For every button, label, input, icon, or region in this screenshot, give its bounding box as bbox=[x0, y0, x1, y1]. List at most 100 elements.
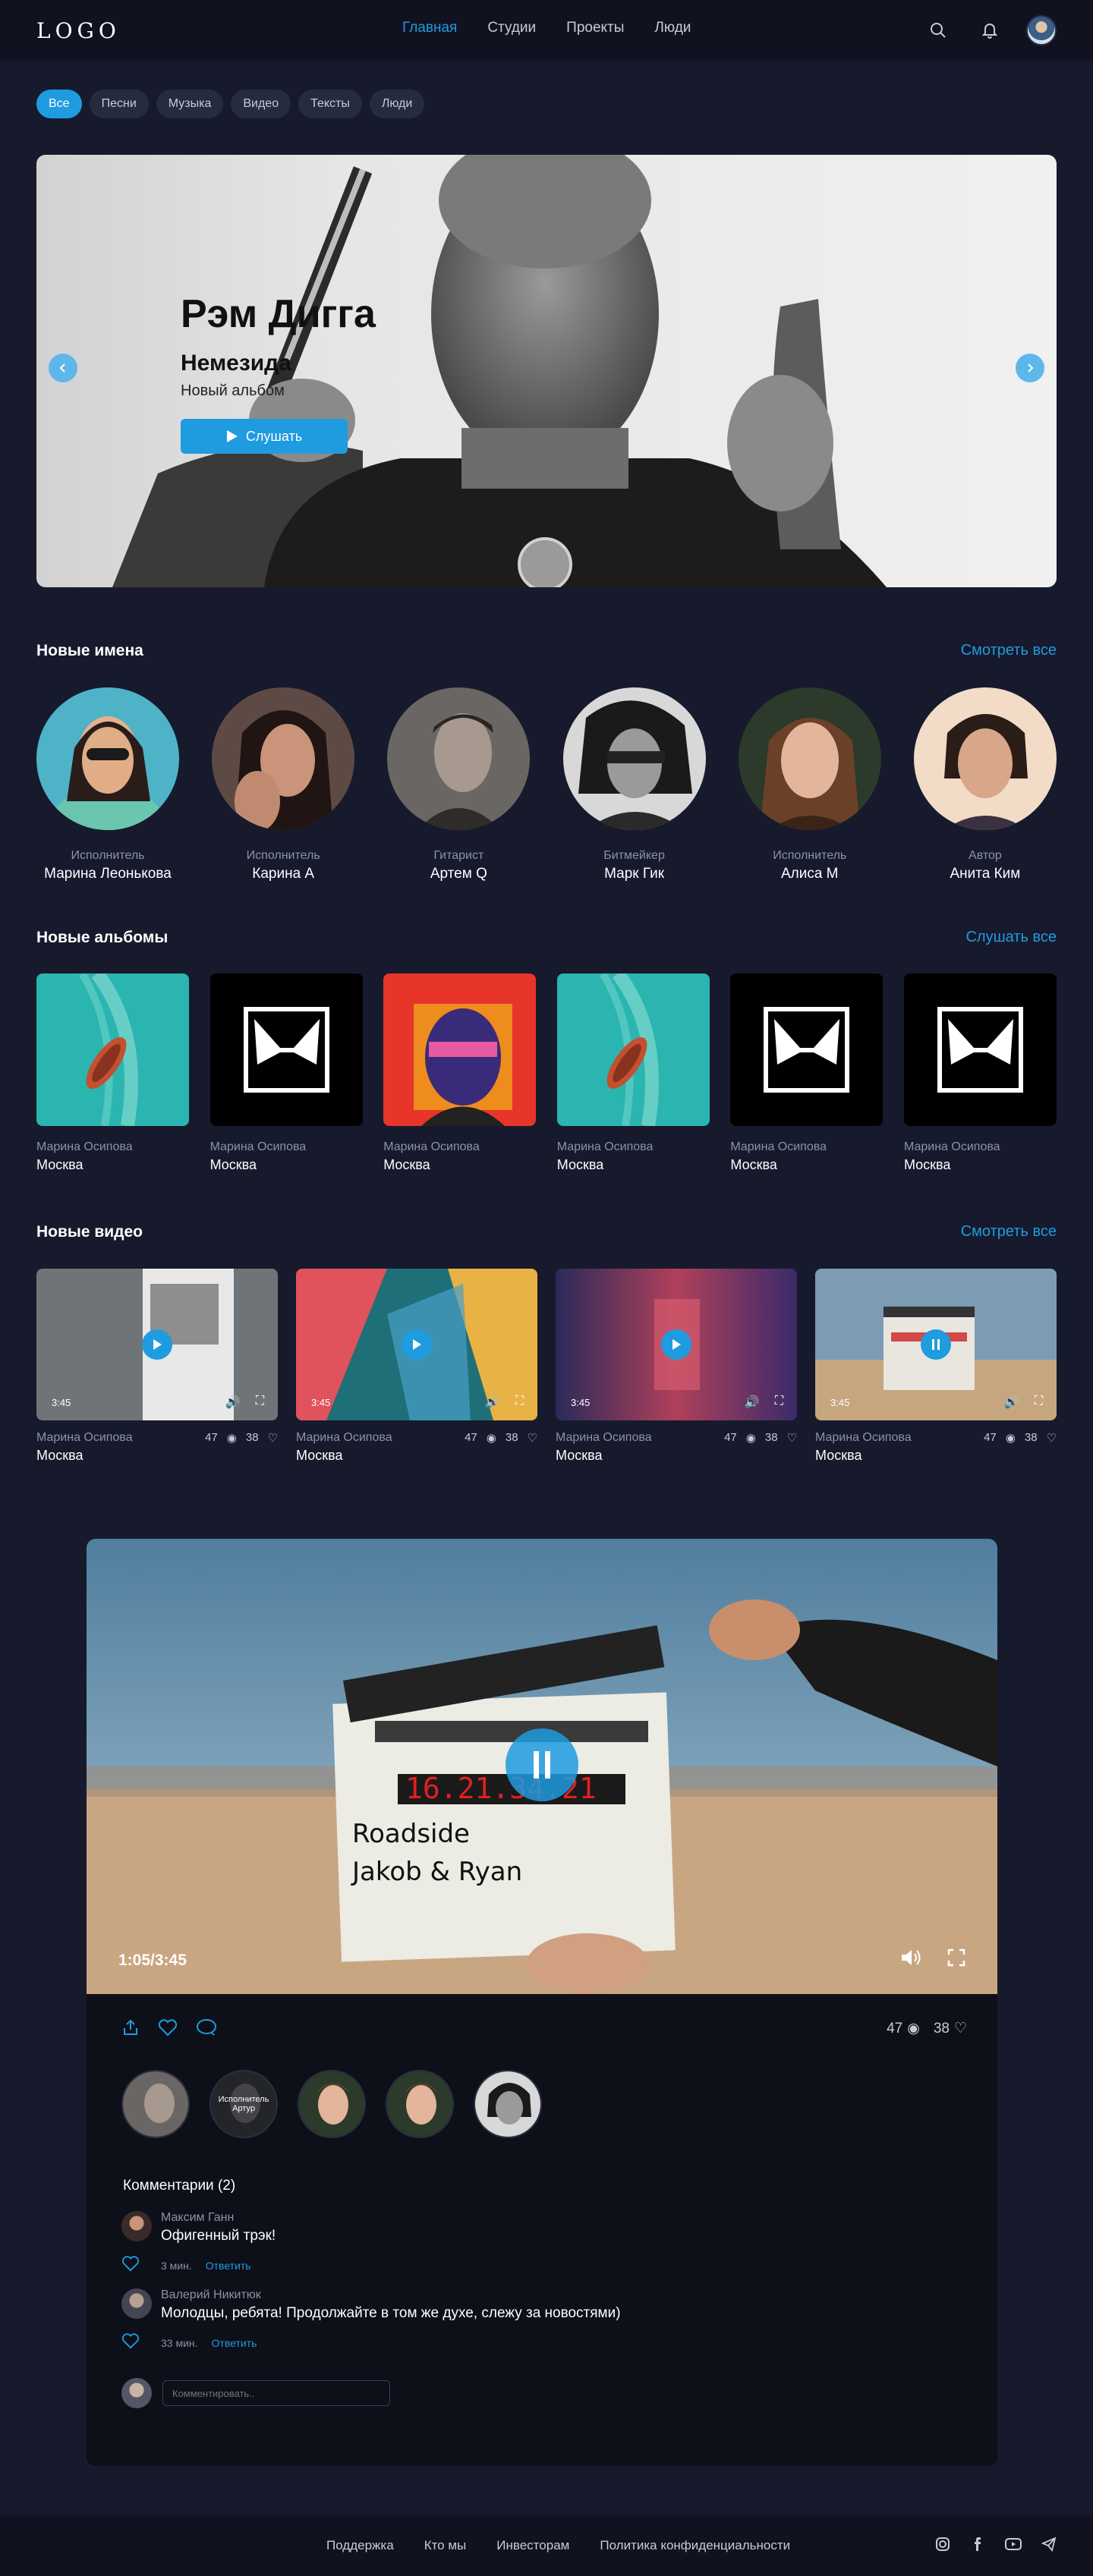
comment-avatar[interactable] bbox=[121, 2211, 152, 2241]
footer-link-privacy[interactable]: Политика конфиденциальности bbox=[600, 2538, 790, 2553]
video-thumbnail[interactable]: 3:45 🔊 ⛶ bbox=[296, 1269, 537, 1420]
pause-button[interactable] bbox=[921, 1329, 951, 1360]
person-card[interactable]: Гитарист Артем Q bbox=[387, 687, 531, 882]
search-icon[interactable] bbox=[923, 15, 953, 46]
nav-projects[interactable]: Проекты bbox=[566, 20, 624, 36]
comment-author[interactable]: Валерий Никитюк bbox=[161, 2288, 261, 2302]
fullscreen-icon[interactable] bbox=[947, 1949, 965, 1971]
chip-songs[interactable]: Песни bbox=[89, 90, 149, 118]
album-cover bbox=[730, 973, 884, 1126]
video-card[interactable]: 3:45 🔊 ⛶ Марина Осипова 47 ◉ 38 ♡ Москва bbox=[296, 1269, 537, 1464]
heart-icon[interactable]: ♡ bbox=[954, 2020, 967, 2037]
logo[interactable]: LOGO bbox=[36, 18, 121, 43]
heart-icon[interactable] bbox=[158, 2018, 178, 2040]
video-card[interactable]: 3:45 🔊 ⛶ Марина Осипова 47 ◉ 38 ♡ Москва bbox=[556, 1269, 797, 1464]
chip-all[interactable]: Все bbox=[36, 90, 82, 118]
chip-people[interactable]: Люди bbox=[369, 90, 425, 118]
video-thumbnail[interactable]: 3:45 🔊 ⛶ bbox=[556, 1269, 797, 1420]
instagram-icon[interactable] bbox=[935, 2537, 950, 2556]
person-card[interactable]: Исполнитель Марина Леонькова bbox=[36, 687, 179, 882]
participant-avatar[interactable]: Исполнитель Артур bbox=[209, 2070, 278, 2138]
chevron-left-icon bbox=[59, 363, 65, 373]
comment-icon[interactable] bbox=[196, 2018, 217, 2040]
pause-button[interactable] bbox=[506, 1728, 578, 1801]
album-card[interactable]: Марина Осипова Москва bbox=[556, 969, 710, 1173]
facebook-icon[interactable] bbox=[970, 2537, 985, 2556]
chip-music[interactable]: Музыка bbox=[156, 90, 224, 118]
youtube-icon[interactable] bbox=[1005, 2537, 1022, 2556]
telegram-icon[interactable] bbox=[1041, 2537, 1057, 2556]
person-card[interactable]: Битмейкер Марк Гик bbox=[562, 687, 706, 882]
album-city: Москва bbox=[383, 1157, 430, 1172]
footer-link-investors[interactable]: Инвесторам bbox=[496, 2538, 569, 2553]
fullscreen-icon[interactable]: ⛶ bbox=[775, 1395, 783, 1410]
listen-button[interactable]: Слушать bbox=[181, 419, 348, 454]
reply-link[interactable]: Ответить bbox=[206, 2260, 251, 2272]
footer-link-about[interactable]: Кто мы bbox=[424, 2538, 467, 2553]
video-card[interactable]: 3:45 🔊 ⛶ Марина Осипова 47 ◉ 38 ♡ Москва bbox=[815, 1269, 1057, 1464]
person-card[interactable]: Исполнитель Карина А bbox=[212, 687, 355, 882]
participant-avatar[interactable] bbox=[121, 2070, 190, 2138]
video-city: Москва bbox=[296, 1448, 343, 1463]
volume-icon[interactable] bbox=[900, 1949, 921, 1971]
video-thumbnail[interactable]: 3:45 🔊 ⛶ bbox=[36, 1269, 278, 1420]
album-card[interactable]: Марина Осипова Москва bbox=[730, 973, 884, 1173]
chip-video[interactable]: Видео bbox=[231, 90, 291, 118]
play-button[interactable] bbox=[661, 1329, 691, 1360]
hero-album-title: Немезида bbox=[181, 351, 291, 376]
reply-link[interactable]: Ответить bbox=[212, 2337, 257, 2349]
volume-icon[interactable]: 🔊 bbox=[1004, 1395, 1019, 1410]
fullscreen-icon[interactable]: ⛶ bbox=[1035, 1395, 1043, 1410]
video-participants: Исполнитель Артур bbox=[121, 2070, 542, 2138]
comment-input[interactable] bbox=[162, 2380, 390, 2406]
play-button[interactable] bbox=[402, 1329, 432, 1360]
fullscreen-icon[interactable]: ⛶ bbox=[515, 1395, 524, 1410]
play-icon bbox=[153, 1339, 162, 1350]
album-card[interactable]: Марина Осипова Москва bbox=[36, 969, 189, 1173]
video-thumbnail[interactable]: 3:45 🔊 ⛶ bbox=[815, 1269, 1057, 1420]
heart-icon[interactable]: ♡ bbox=[787, 1431, 797, 1445]
participant-avatar[interactable] bbox=[386, 2070, 454, 2138]
heart-icon[interactable]: ♡ bbox=[268, 1431, 278, 1445]
share-icon[interactable] bbox=[121, 2018, 140, 2040]
person-card[interactable]: Автор Анита Ким bbox=[913, 687, 1057, 882]
fullscreen-icon[interactable]: ⛶ bbox=[256, 1395, 264, 1410]
nav-studios[interactable]: Студии bbox=[487, 20, 536, 36]
volume-icon[interactable]: 🔊 bbox=[485, 1395, 500, 1410]
comment-avatar[interactable] bbox=[121, 2288, 152, 2319]
hero-prev-button[interactable] bbox=[49, 354, 77, 382]
album-card[interactable]: Марина Осипова Москва bbox=[209, 973, 363, 1173]
volume-icon[interactable]: 🔊 bbox=[745, 1395, 760, 1410]
play-button[interactable] bbox=[142, 1329, 172, 1360]
new-albums-listen-all[interactable]: Слушать все bbox=[965, 929, 1057, 946]
nav-home[interactable]: Главная bbox=[402, 20, 457, 36]
video-city: Москва bbox=[36, 1448, 83, 1463]
video-card[interactable]: 3:45 🔊 ⛶ Марина Осипова 47 ◉ 38 ♡ Москва bbox=[36, 1269, 278, 1464]
heart-icon[interactable] bbox=[121, 2255, 140, 2276]
footer-link-support[interactable]: Поддержка bbox=[326, 2538, 394, 2553]
person-card[interactable]: Исполнитель Алиса М bbox=[738, 687, 881, 882]
person-name: Артем Q bbox=[430, 866, 487, 882]
bell-icon[interactable] bbox=[975, 15, 1005, 46]
new-videos-see-all[interactable]: Смотреть все bbox=[961, 1223, 1057, 1241]
participant-avatar[interactable] bbox=[474, 2070, 542, 2138]
album-card[interactable]: Марина Осипова Москва bbox=[903, 973, 1057, 1173]
nav-people[interactable]: Люди bbox=[654, 20, 691, 36]
svg-text:Roadside: Roadside bbox=[352, 1819, 470, 1849]
comment-author[interactable]: Максим Ганн bbox=[161, 2211, 234, 2225]
album-card[interactable]: Марина Осипова Москва bbox=[383, 973, 537, 1173]
video-city: Москва bbox=[556, 1448, 603, 1463]
volume-icon[interactable]: 🔊 bbox=[225, 1395, 241, 1410]
album-city: Москва bbox=[209, 1157, 257, 1172]
play-icon bbox=[413, 1339, 421, 1350]
heart-icon[interactable]: ♡ bbox=[1047, 1431, 1057, 1445]
player-stats: 47 ◉ 38 ♡ bbox=[887, 2020, 967, 2037]
user-avatar[interactable] bbox=[1026, 15, 1057, 46]
heart-icon[interactable] bbox=[121, 2332, 140, 2353]
hero-next-button[interactable] bbox=[1016, 354, 1044, 382]
participant-avatar[interactable] bbox=[298, 2070, 366, 2138]
play-icon bbox=[226, 430, 238, 442]
heart-icon[interactable]: ♡ bbox=[528, 1431, 537, 1445]
chip-texts[interactable]: Тексты bbox=[298, 90, 362, 118]
new-names-see-all[interactable]: Смотреть все bbox=[961, 642, 1057, 659]
